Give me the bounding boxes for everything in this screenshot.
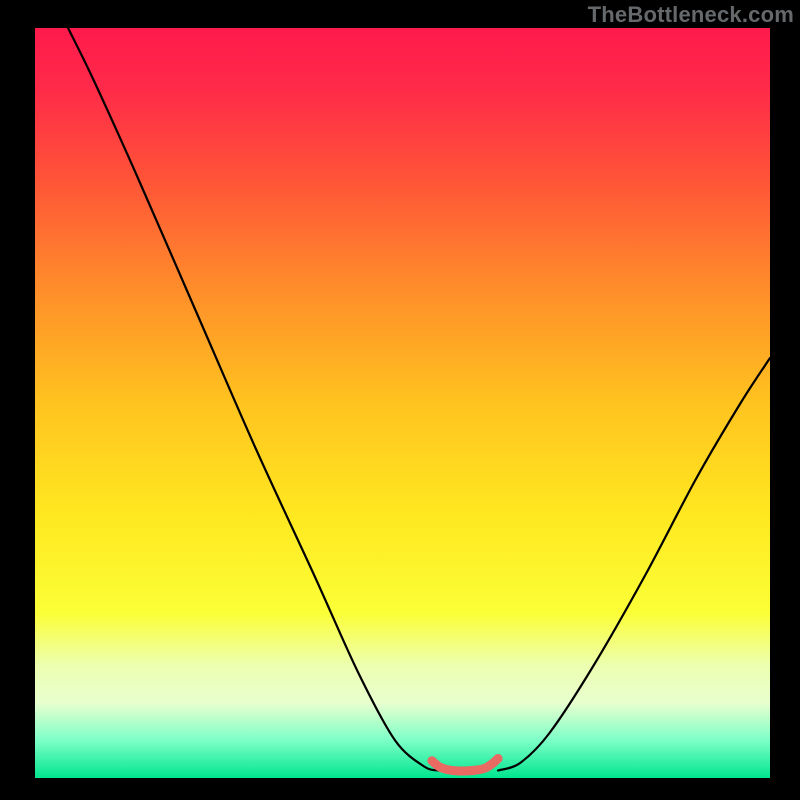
watermark-text: TheBottleneck.com (588, 2, 794, 28)
chart-frame: { "watermark": "TheBottleneck.com", "col… (0, 0, 800, 800)
bottleneck-chart (0, 0, 800, 800)
gradient-background (35, 28, 770, 778)
